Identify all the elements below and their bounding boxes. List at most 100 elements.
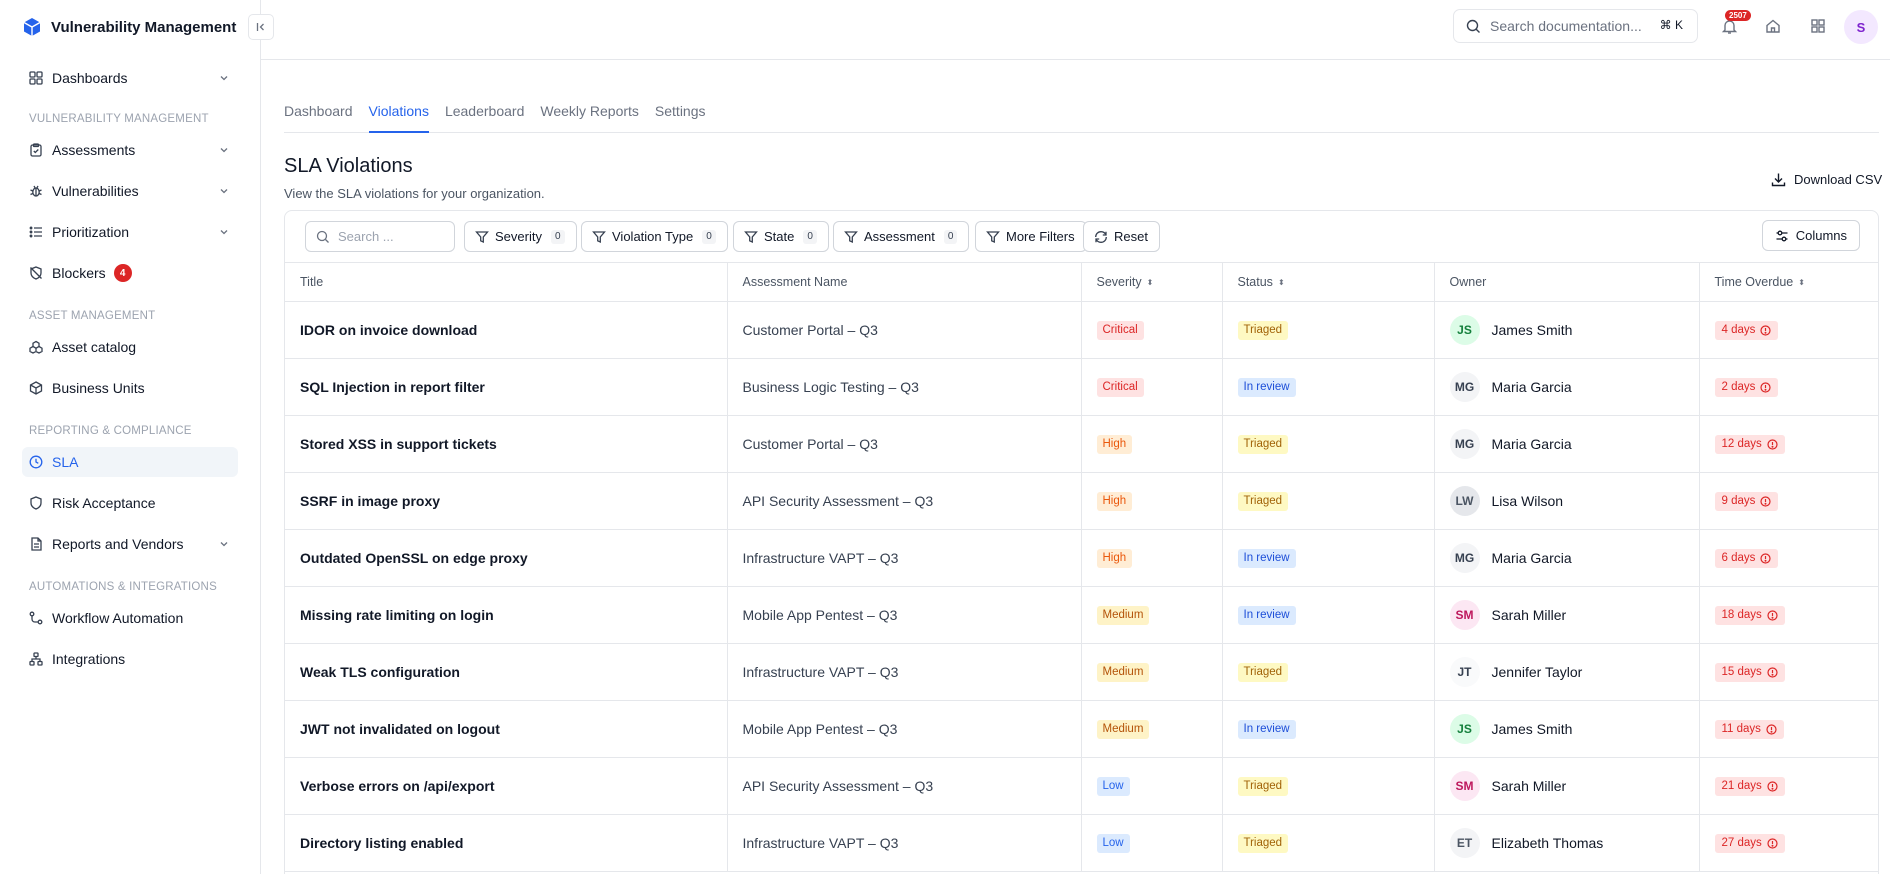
cell-overdue: 21 days — [1699, 757, 1878, 815]
owner-name: Lisa Wilson — [1491, 492, 1564, 509]
tab-settings[interactable]: Settings — [655, 90, 706, 133]
severity-filter-button[interactable]: Severity 0 — [464, 221, 577, 252]
owner: MG Maria Garcia — [1449, 542, 1699, 573]
sidebar-item-integrations[interactable]: Integrations — [22, 644, 238, 674]
violation-type-filter-button[interactable]: Violation Type 0 — [581, 221, 728, 252]
sort-icon[interactable]: ⬍ — [1147, 278, 1154, 287]
sidebar-item-blockers[interactable]: Blockers 4 — [22, 258, 238, 288]
column-header-overdue[interactable]: Time Overdue ⬍ — [1699, 263, 1878, 302]
tab-weekly-reports[interactable]: Weekly Reports — [540, 90, 639, 133]
home-button[interactable] — [1763, 16, 1783, 36]
overdue-badge: 15 days — [1714, 662, 1785, 682]
cell-overdue: 9 days — [1699, 472, 1878, 530]
owner-name: Maria Garcia — [1491, 378, 1572, 395]
status-badge: In review — [1237, 377, 1296, 397]
table-row[interactable]: IDOR on invoice download Customer Portal… — [285, 301, 1878, 359]
column-header-status[interactable]: Status ⬍ — [1222, 263, 1435, 302]
apps-button[interactable] — [1808, 16, 1828, 36]
column-header-title[interactable]: Title — [285, 263, 728, 302]
sidebar-item-business-units[interactable]: Business Units — [22, 373, 238, 403]
reset-filters-button[interactable]: Reset — [1083, 221, 1160, 252]
sidebar-item-sla[interactable]: SLA — [22, 447, 238, 477]
cell-title[interactable]: SSRF in image proxy — [285, 472, 728, 530]
user-avatar[interactable]: S — [1844, 10, 1878, 44]
cell-status: Triaged — [1222, 757, 1435, 815]
tab-violations[interactable]: Violations — [368, 90, 429, 133]
tab-leaderboard[interactable]: Leaderboard — [445, 90, 524, 133]
column-header-assessment[interactable]: Assessment Name — [727, 263, 1082, 302]
chevron-down-icon[interactable] — [218, 185, 230, 197]
table-search-input[interactable]: Search ... — [305, 221, 455, 252]
table-header-row: Title Assessment Name Severity ⬍ Status ⬍ … — [285, 263, 1878, 302]
cell-title[interactable]: Verbose errors on /api/export — [285, 757, 728, 815]
status-badge: In review — [1237, 605, 1296, 625]
workflow-icon — [29, 611, 43, 625]
header-label: Title — [300, 274, 324, 289]
overdue-badge: 11 days — [1714, 719, 1784, 739]
status-badge: Triaged — [1237, 434, 1289, 454]
cell-status: In review — [1222, 529, 1435, 587]
table-row[interactable]: Verbose errors on /api/export API Securi… — [285, 757, 1878, 815]
sidebar-item-dashboards[interactable]: Dashboards — [22, 63, 238, 93]
avatar: JS — [1449, 314, 1480, 345]
brand[interactable]: Vulnerability Management — [0, 0, 260, 54]
table-body: IDOR on invoice download Customer Portal… — [285, 301, 1878, 872]
cell-status: Triaged — [1222, 415, 1435, 473]
sidebar-item-workflow-automation[interactable]: Workflow Automation — [22, 603, 238, 633]
table-row[interactable]: JWT not invalidated on logout Mobile App… — [285, 700, 1878, 758]
columns-button[interactable]: Columns — [1761, 220, 1860, 251]
chevron-down-icon[interactable] — [218, 538, 230, 550]
sort-icon[interactable]: ⬍ — [1798, 278, 1805, 287]
cell-overdue: 6 days — [1699, 529, 1878, 587]
collapse-sidebar-button[interactable] — [248, 14, 274, 40]
avatar: LW — [1449, 485, 1480, 516]
filter-icon — [475, 230, 489, 243]
table-row[interactable]: SSRF in image proxy API Security Assessm… — [285, 472, 1878, 530]
sidebar-item-vulnerabilities[interactable]: Vulnerabilities — [22, 176, 238, 206]
cell-title[interactable]: Missing rate limiting on login — [285, 586, 728, 644]
sidebar-nav: Dashboards VULNERABILITY MANAGEMENT Asse… — [0, 63, 260, 674]
more-filters-button[interactable]: More Filters — [975, 221, 1087, 252]
cell-title[interactable]: Directory listing enabled — [285, 814, 728, 872]
column-header-owner[interactable]: Owner — [1434, 263, 1700, 302]
sort-icon[interactable]: ⬍ — [1278, 278, 1285, 287]
search-documentation-input[interactable]: Search documentation... ⌘ K — [1453, 9, 1698, 43]
cell-title[interactable]: Stored XSS in support tickets — [285, 415, 728, 473]
cell-title[interactable]: JWT not invalidated on logout — [285, 700, 728, 758]
cell-owner: LW Lisa Wilson — [1434, 472, 1700, 530]
cell-title[interactable]: IDOR on invoice download — [285, 301, 728, 359]
header-label: Time Overdue — [1714, 274, 1794, 289]
severity-badge: Low — [1096, 776, 1130, 796]
overdue-badge: 9 days — [1714, 491, 1779, 511]
download-csv-button[interactable]: Download CSV — [1771, 172, 1882, 187]
sidebar-item-reports-vendors[interactable]: Reports and Vendors — [22, 529, 238, 559]
cell-overdue: 4 days — [1699, 301, 1878, 359]
table-row[interactable]: Missing rate limiting on login Mobile Ap… — [285, 586, 1878, 644]
assessment-filter-button[interactable]: Assessment 0 — [833, 221, 970, 252]
cell-overdue: 12 days — [1699, 415, 1878, 473]
table-row[interactable]: SQL Injection in report filter Business … — [285, 358, 1878, 416]
column-header-severity[interactable]: Severity ⬍ — [1081, 263, 1223, 302]
sidebar-item-risk-acceptance[interactable]: Risk Acceptance — [22, 488, 238, 518]
chevron-down-icon[interactable] — [218, 144, 230, 156]
state-filter-button[interactable]: State 0 — [733, 221, 829, 252]
sidebar-item-label: Integrations — [52, 651, 126, 667]
table-row[interactable]: Directory listing enabled Infrastructure… — [285, 814, 1878, 872]
tab-bar: Dashboard Violations Leaderboard Weekly … — [284, 90, 1879, 133]
table-row[interactable]: Stored XSS in support tickets Customer P… — [285, 415, 1878, 473]
notifications-button[interactable]: 2507 — [1719, 10, 1751, 36]
cell-title[interactable]: Outdated OpenSSL on edge proxy — [285, 529, 728, 587]
chevron-down-icon[interactable] — [218, 226, 230, 238]
chevron-down-icon[interactable] — [218, 72, 230, 84]
search-icon — [1466, 19, 1480, 33]
cell-title[interactable]: SQL Injection in report filter — [285, 358, 728, 416]
sidebar-item-assessments[interactable]: Assessments — [22, 135, 238, 165]
sidebar-item-prioritization[interactable]: Prioritization — [22, 217, 238, 247]
tab-dashboard[interactable]: Dashboard — [284, 90, 353, 133]
cell-title[interactable]: Weak TLS configuration — [285, 643, 728, 701]
sidebar-item-asset-catalog[interactable]: Asset catalog — [22, 332, 238, 362]
table-row[interactable]: Weak TLS configuration Infrastructure VA… — [285, 643, 1878, 701]
section-label: REPORTING & COMPLIANCE — [29, 425, 192, 437]
sidebar-item-label: Reports and Vendors — [52, 536, 184, 552]
table-row[interactable]: Outdated OpenSSL on edge proxy Infrastru… — [285, 529, 1878, 587]
